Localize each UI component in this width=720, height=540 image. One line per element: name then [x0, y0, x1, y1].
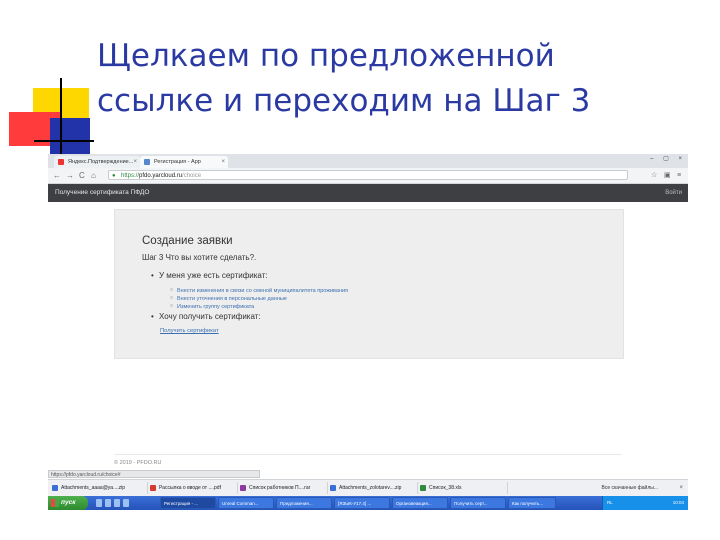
tab-label: Регистрация - App — [154, 159, 201, 165]
link-update-personal-data[interactable]: ○ Внести уточнения в персональные данные — [170, 295, 287, 302]
form-heading: Создание заявки — [142, 235, 233, 247]
download-item[interactable]: Список_38.xls — [418, 482, 508, 494]
download-name: Список работников П....rar — [249, 485, 311, 491]
bookmark-star-icon[interactable]: ☆ — [651, 170, 657, 181]
xls-file-icon — [420, 485, 426, 491]
taskbar-item[interactable]: [ЯЗЫК-У17.4] ... — [334, 497, 390, 509]
yandex-favicon-icon — [58, 159, 64, 165]
quicklaunch-icon[interactable] — [114, 499, 120, 507]
download-item[interactable]: Attachments_aaaa@ya....zip — [50, 482, 148, 494]
tab-close-icon[interactable]: × — [133, 156, 137, 168]
deco-vertical-line — [60, 78, 62, 166]
download-name: Список_38.xls — [429, 485, 462, 491]
url-host: pfdo.yarcloud.ru — [139, 173, 183, 179]
close-downloads-icon[interactable]: × — [679, 482, 683, 494]
link-change-group[interactable]: ○ Изменить группу сертификата — [170, 303, 254, 310]
app-favicon-icon — [144, 159, 150, 165]
url-path: /choice — [182, 173, 202, 179]
slide-title: Щелкаем по предложенной ссылке и переход… — [97, 34, 697, 124]
option-have-certificate: • У меня уже есть сертификат: — [151, 271, 268, 280]
zip-file-icon — [52, 485, 58, 491]
bullet: • — [151, 271, 154, 280]
slide-title-line2: ссылке и переходим на Шаг 3 — [97, 83, 591, 119]
address-bar[interactable]: ● https://pfdo.yarcloud.ru/choice — [108, 170, 628, 180]
language-indicator[interactable]: RL — [607, 496, 613, 510]
lock-icon: ● — [112, 173, 116, 179]
option-get-certificate: • Хочу получить сертификат: — [151, 312, 261, 321]
home-icon[interactable]: ⌂ — [91, 169, 96, 182]
get-certificate-link[interactable]: Получить сертификат — [160, 328, 219, 334]
downloads-bar: Attachments_aaaa@ya....zip Рассылка о вв… — [48, 479, 688, 496]
taskbar-item[interactable]: Unreal Comman... — [218, 497, 274, 509]
download-name: Attachments_aaaa@ya....zip — [61, 485, 125, 491]
taskbar-item[interactable]: Органовеакция... — [392, 497, 448, 509]
pdf-file-icon — [150, 485, 156, 491]
browser-tab-yandex[interactable]: Яндекс.Подтверждение... × — [54, 156, 140, 168]
footer-copyright: © 2019 - PFDO.RU — [114, 460, 162, 466]
deco-blue-square — [50, 118, 90, 156]
application-panel: Создание заявки Шаг 3 Что вы хотите сдел… — [114, 209, 624, 359]
start-button[interactable]: пуск — [48, 496, 88, 510]
window-controls[interactable]: – ▢ × — [650, 155, 686, 162]
step-label: Шаг 3 Что вы хотите сделать?. — [142, 253, 257, 262]
browser-menu-icon[interactable]: ≡ — [677, 170, 681, 181]
browser-toolbar: ← → C ⌂ ● https://pfdo.yarcloud.ru/choic… — [48, 168, 688, 184]
forward-arrow-icon[interactable]: → — [66, 169, 74, 182]
link-change-municipality[interactable]: ○ Внести изменения в связи со сменой мун… — [170, 287, 348, 294]
deco-horizontal-line — [34, 140, 94, 142]
windows-taskbar: пуск Регистрация - ... Unreal Comman... … — [48, 496, 688, 510]
taskbar-item[interactable]: Предложения... — [276, 497, 332, 509]
login-link[interactable]: Войти — [665, 184, 682, 202]
footer-divider — [114, 454, 622, 455]
tab-label: Яндекс.Подтверждение... — [68, 159, 134, 165]
extension-icon[interactable]: ▣ — [664, 170, 671, 181]
reload-icon[interactable]: C — [79, 169, 85, 182]
rar-file-icon — [240, 485, 246, 491]
quicklaunch-icon[interactable] — [123, 499, 129, 507]
start-label: пуск — [61, 499, 76, 506]
option-label: Хочу получить сертификат: — [159, 312, 261, 321]
option-label: У меня уже есть сертификат: — [159, 271, 268, 280]
circle-bullet-icon: ○ — [170, 287, 174, 293]
quicklaunch-icon[interactable] — [96, 499, 102, 507]
status-url: https://pfdo.yarcloud.ru/choice# — [48, 470, 260, 478]
quicklaunch-icon[interactable] — [105, 499, 111, 507]
zip-file-icon — [330, 485, 336, 491]
windows-flag-icon — [51, 499, 59, 507]
download-name: Attachments_zolotarev....zip — [339, 485, 402, 491]
site-title[interactable]: Получение сертификата ПФДО — [55, 184, 149, 202]
show-all-downloads-link[interactable]: Все скачанные файлы... — [601, 482, 658, 494]
download-item[interactable]: Список работников П....rar — [238, 482, 328, 494]
back-arrow-icon[interactable]: ← — [53, 169, 61, 182]
link-label[interactable]: Изменить группу сертификата — [177, 304, 254, 310]
clock[interactable]: 10:04 — [673, 500, 684, 505]
site-header: Получение сертификата ПФДО Войти — [48, 184, 688, 202]
download-item[interactable]: Attachments_zolotarev....zip — [328, 482, 418, 494]
link-label[interactable]: Внести уточнения в персональные данные — [177, 296, 287, 302]
circle-bullet-icon: ○ — [170, 303, 174, 309]
taskbar-item[interactable]: Как получить... — [508, 497, 556, 509]
browser-tab-registration[interactable]: Регистрация - App × — [140, 156, 228, 168]
browser-tab-bar: Яндекс.Подтверждение... × Регистрация - … — [48, 154, 688, 168]
download-name: Рассылка о вводе от ....pdf — [159, 485, 221, 491]
taskbar-item[interactable]: Получить серт... — [450, 497, 506, 509]
taskbar-item[interactable]: Регистрация - ... — [160, 497, 216, 509]
tab-close-icon[interactable]: × — [221, 156, 225, 168]
circle-bullet-icon: ○ — [170, 295, 174, 301]
slide-title-line1: Щелкаем по предложенной — [97, 38, 555, 74]
system-tray: RL 10:04 — [602, 496, 688, 510]
link-label[interactable]: Внести изменения в связи со сменой муниц… — [177, 288, 348, 294]
url-scheme: https:// — [121, 173, 140, 179]
browser-screenshot: Яндекс.Подтверждение... × Регистрация - … — [48, 154, 688, 510]
download-item[interactable]: Рассылка о вводе от ....pdf — [148, 482, 238, 494]
bullet: • — [151, 312, 154, 321]
